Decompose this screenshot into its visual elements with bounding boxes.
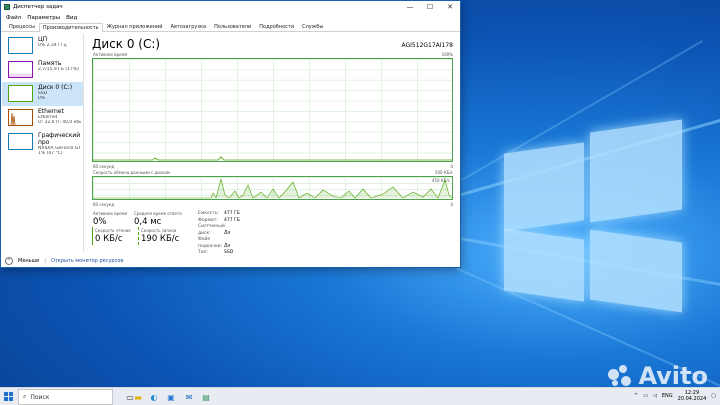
transfer-graph-max: 500 КБ/с	[434, 170, 453, 175]
windows-logo-pane	[590, 229, 682, 313]
sidebar-item-label: Ethernet	[38, 108, 64, 115]
tab-users[interactable]: Пользователи	[210, 22, 255, 31]
active-time-graph-label: Активное время	[93, 52, 128, 57]
tab-services[interactable]: Службы	[298, 22, 327, 31]
mail-icon[interactable]: ✉	[183, 391, 195, 403]
tab-performance[interactable]: Производительность	[38, 23, 103, 32]
write-speed-label: Скорость записи	[141, 228, 177, 233]
disk-detail-panel: Диск 0 (C:) AGI512G17AI178 Активное врем…	[91, 37, 456, 255]
file-explorer-icon[interactable]: ▬	[132, 391, 144, 403]
response-time-label: Средняя время ответа	[134, 211, 182, 216]
tab-details[interactable]: Подробности	[255, 22, 298, 31]
active-time-value: 0%	[93, 217, 107, 227]
search-placeholder: Поиск	[30, 393, 50, 401]
write-speed-value: 190 КБ/с	[141, 234, 180, 244]
windows-logo-pane	[504, 228, 584, 302]
clock-date: 20.04.2024	[677, 396, 707, 402]
write-speed-marker	[138, 227, 139, 245]
property-row: Тип: SSD	[198, 250, 234, 255]
read-speed-label: Скорость чтения	[95, 228, 131, 233]
active-time-label: Активное время	[93, 211, 128, 216]
page-title: Диск 0 (C:)	[92, 37, 161, 51]
tab-startup[interactable]: Автозагрузка	[167, 22, 211, 31]
read-speed-value: 0 КБ/с	[95, 234, 123, 244]
avito-logo-icon	[608, 365, 634, 387]
maximize-button[interactable]: ☐	[420, 1, 440, 13]
task-manager-window: Диспетчер задач — ☐ ✕ Файл Параметры Вид…	[0, 0, 461, 268]
windows-logo-pane	[504, 142, 584, 232]
disk-properties: Емкость: 477 ГБ Формат: 477 ГБ Системный д…	[198, 211, 240, 257]
menu-options[interactable]: Параметры	[27, 15, 60, 21]
response-time-value: 0,4 мс	[134, 217, 162, 227]
task-manager-taskbar-icon[interactable]: ▤	[200, 391, 212, 403]
minimize-button[interactable]: —	[400, 1, 420, 13]
property-row: Файл подкачки: Да	[198, 237, 231, 249]
menu-bar: Файл Параметры Вид	[1, 13, 460, 22]
store-icon[interactable]: ▣	[165, 391, 177, 403]
graph-time-label: 60 секунд	[93, 164, 115, 169]
sidebar-item-disk[interactable]: Диск 0 (C:) SSD 0%	[2, 82, 83, 106]
sidebar-item-detail: 0%	[38, 96, 46, 101]
tab-strip: Процессы Производительность Журнал прило…	[1, 22, 460, 32]
menu-view[interactable]: Вид	[66, 15, 77, 21]
sidebar-item-label: Диск 0 (C:)	[38, 84, 73, 91]
graph-time-label: 60 секунд	[93, 202, 115, 207]
title-bar[interactable]: Диспетчер задач — ☐ ✕	[1, 1, 460, 13]
close-button[interactable]: ✕	[440, 1, 460, 13]
tab-app-history[interactable]: Журнал приложений	[103, 22, 167, 31]
clock[interactable]: 12:29 20.04.2024	[678, 390, 707, 402]
sidebar-item-gpu[interactable]: Графический про NVIDIA GeForce GTX 16 1%…	[2, 130, 83, 156]
edge-icon[interactable]: ◐	[148, 391, 160, 403]
tab-processes[interactable]: Процессы	[5, 22, 39, 31]
sidebar-item-detail: 0% 2,34 ГГц	[38, 43, 67, 48]
window-controls: — ☐ ✕	[400, 1, 460, 13]
transfer-rate-graph: 450 КБ/с	[92, 176, 453, 200]
sidebar-item-label: Память	[38, 60, 62, 67]
taskbar: ⌕ Поиск ▭ ▬ ◐ ▣ ✉ ▤ ^ ▭ ◁ ENG 12:29 20.0…	[0, 387, 720, 405]
sidebar-item-label: ЦП	[38, 36, 48, 43]
sidebar-item-detail: О: 32,0 П: 40,0 кбит/с	[38, 120, 81, 125]
fewer-details-icon[interactable]: ⌃	[5, 257, 13, 265]
footer-bar: ⌃ Меньше | Открыть монитор ресурсов	[5, 257, 123, 265]
graph-zero-label: 0	[450, 202, 453, 207]
memory-thumbnail	[8, 61, 33, 78]
sidebar-item-detail: 1% (47 °C)	[38, 151, 63, 156]
fewer-details-button[interactable]: Меньше	[18, 258, 39, 264]
disk-thumbnail	[8, 85, 33, 102]
avito-wordmark: Avito	[638, 362, 708, 390]
taskbar-search[interactable]: ⌕ Поиск	[18, 389, 113, 405]
windows-logo-icon	[4, 392, 8, 396]
ethernet-thumbnail	[8, 109, 33, 126]
cpu-thumbnail	[8, 37, 33, 54]
sidebar-item-cpu[interactable]: ЦП 0% 2,34 ГГц	[2, 34, 83, 58]
language-indicator[interactable]: ENG	[662, 393, 673, 399]
read-speed-marker	[92, 227, 93, 245]
system-tray: ^ ▭ ◁ ENG 12:29 20.04.2024 ▢	[634, 390, 716, 402]
resource-monitor-icon: |	[44, 258, 46, 264]
menu-file[interactable]: Файл	[6, 15, 21, 21]
volume-icon[interactable]: ◁	[653, 393, 657, 399]
gpu-thumbnail	[8, 133, 33, 150]
notification-icon[interactable]: ▢	[711, 393, 716, 399]
sidebar-item-ethernet[interactable]: Ethernet Ethernet О: 32,0 П: 40,0 кбит/с	[2, 106, 83, 130]
graph-zero-label: 0	[450, 164, 453, 169]
active-time-graph-max: 100%	[441, 52, 453, 57]
sidebar-item-label: Графический про	[38, 132, 81, 146]
disk-model: AGI512G17AI178	[401, 42, 453, 49]
sidebar-item-detail: 2,7/15,9 ГБ (17%)	[38, 67, 79, 72]
task-manager-icon	[4, 4, 10, 10]
sidebar-item-memory[interactable]: Память 2,7/15,9 ГБ (17%)	[2, 58, 83, 82]
windows-logo-pane	[590, 119, 682, 223]
window-title: Диспетчер задач	[13, 4, 63, 10]
network-icon[interactable]: ▭	[643, 393, 648, 399]
open-resource-monitor-link[interactable]: Открыть монитор ресурсов	[51, 258, 123, 264]
resource-sidebar: ЦП 0% 2,34 ГГц Память 2,7/15,9 ГБ (17%) …	[2, 34, 84, 252]
active-time-graph	[92, 58, 453, 162]
start-button[interactable]	[4, 392, 13, 401]
transfer-graph-label: Скорость обмена данными с диском	[93, 170, 170, 175]
chevron-up-icon[interactable]: ^	[634, 393, 638, 399]
property-row: Системный диск: Да	[198, 224, 231, 236]
search-icon: ⌕	[23, 393, 27, 400]
avito-watermark: Avito	[608, 362, 708, 390]
